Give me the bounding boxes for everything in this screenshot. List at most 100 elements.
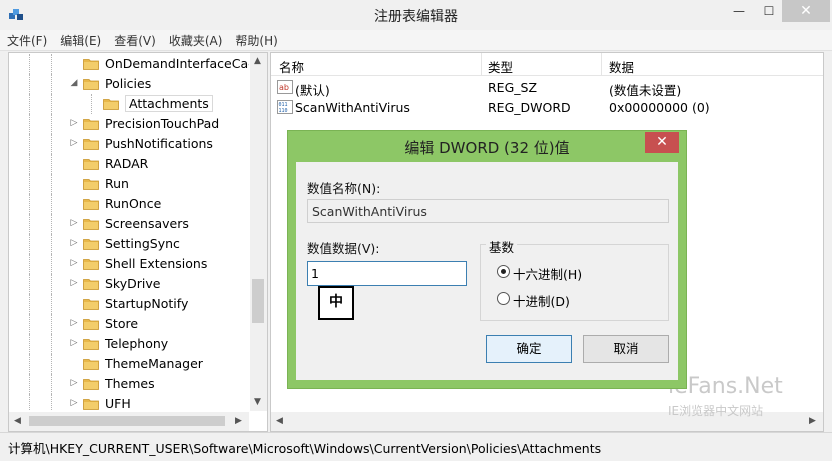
minimize-button[interactable]: — bbox=[722, 0, 756, 22]
menu-edit[interactable]: 编辑(E) bbox=[53, 30, 107, 49]
string-value-icon: ab bbox=[277, 80, 293, 94]
tree-item-label: PrecisionTouchPad bbox=[105, 116, 220, 131]
tree-item[interactable]: Attachments bbox=[9, 94, 249, 114]
tree-item[interactable]: StartupNotify bbox=[9, 294, 249, 314]
expander-icon[interactable]: ▷ bbox=[69, 218, 79, 228]
radio-dec-label[interactable]: 十进制(D) bbox=[513, 291, 570, 310]
expander-icon[interactable]: ▷ bbox=[69, 378, 79, 388]
folder-icon bbox=[83, 157, 99, 170]
expander-icon[interactable]: ▷ bbox=[69, 278, 79, 288]
registry-tree[interactable]: OnDemandInterfaceCach ◢ Policies Attachment… bbox=[8, 52, 268, 432]
tree-item[interactable]: ▷ Telephony bbox=[9, 334, 249, 354]
svg-text:110: 110 bbox=[279, 108, 288, 114]
folder-icon bbox=[83, 77, 99, 90]
tree-item[interactable]: ▷ Shell Extensions bbox=[9, 254, 249, 274]
tree-item-label: StartupNotify bbox=[105, 296, 189, 311]
tree-scroll-thumb[interactable] bbox=[252, 279, 264, 323]
list-row-scanwithantivirus[interactable]: 011 110 ScanWithAntiVirus REG_DWORD 0x00… bbox=[271, 98, 823, 118]
tree-item[interactable]: ThemeManager bbox=[9, 354, 249, 374]
radio-hex-label[interactable]: 十六进制(H) bbox=[513, 264, 582, 283]
tree-item-label: SettingSync bbox=[105, 236, 180, 251]
value-name: (默认) bbox=[295, 83, 330, 98]
folder-icon bbox=[83, 237, 99, 250]
base-group-label: 基数 bbox=[486, 237, 518, 256]
dialog-close-button[interactable]: ✕ bbox=[645, 132, 679, 153]
scroll-right-icon[interactable]: ▶ bbox=[235, 416, 242, 426]
tree-item-label: ThemeManager bbox=[105, 356, 203, 371]
scroll-up-icon[interactable]: ▲ bbox=[254, 56, 261, 66]
tree-item-label: Policies bbox=[105, 76, 152, 91]
scroll-down-icon[interactable]: ▼ bbox=[254, 397, 261, 407]
tree-item[interactable]: ▷ PushNotifications bbox=[9, 134, 249, 154]
tree-item[interactable]: ▷ PrecisionTouchPad bbox=[9, 114, 249, 134]
list-header: 名称 类型 数据 bbox=[271, 53, 823, 76]
tree-item[interactable]: ▷ SettingSync bbox=[9, 234, 249, 254]
radio-dec-circle[interactable] bbox=[497, 292, 510, 305]
folder-icon bbox=[83, 317, 99, 330]
menu-help[interactable]: 帮助(H) bbox=[228, 30, 283, 49]
tree-horizontal-scrollbar[interactable]: ◀ ▶ bbox=[9, 412, 249, 431]
folder-icon bbox=[103, 97, 119, 110]
column-data-header[interactable]: 数据 bbox=[609, 57, 634, 76]
expander-icon[interactable]: ▷ bbox=[69, 138, 79, 148]
column-divider[interactable] bbox=[481, 53, 482, 75]
ime-indicator[interactable]: 中 bbox=[318, 286, 354, 320]
tree-item[interactable]: ◢ Policies bbox=[9, 74, 249, 94]
list-row-default[interactable]: ab (默认) REG_SZ (数值未设置) bbox=[271, 78, 823, 98]
tree-hscroll-thumb[interactable] bbox=[29, 416, 225, 426]
value-data-input[interactable]: 1 bbox=[307, 261, 467, 286]
value-name: ScanWithAntiVirus bbox=[295, 100, 410, 115]
tree-item[interactable]: ▷ UFH bbox=[9, 394, 249, 411]
tree-item[interactable]: ▷ Themes bbox=[9, 374, 249, 394]
expander-icon[interactable]: ◢ bbox=[69, 78, 79, 88]
tree-vertical-scrollbar[interactable]: ▲ ▼ bbox=[250, 53, 267, 411]
menu-file[interactable]: 文件(F) bbox=[0, 30, 53, 49]
value-data-text: 1 bbox=[311, 266, 319, 281]
column-name-header[interactable]: 名称 bbox=[279, 57, 304, 76]
tree-item[interactable]: ▷ SkyDrive bbox=[9, 274, 249, 294]
menu-view[interactable]: 查看(V) bbox=[107, 30, 162, 49]
maximize-button[interactable]: ☐ bbox=[756, 0, 782, 22]
folder-icon bbox=[83, 377, 99, 390]
column-type-header[interactable]: 类型 bbox=[488, 57, 513, 76]
expander-icon[interactable]: ▷ bbox=[69, 118, 79, 128]
value-name-label: 数值名称(N): bbox=[307, 181, 381, 196]
scroll-left-icon[interactable]: ◀ bbox=[14, 416, 21, 426]
value-data: 0x00000000 (0) bbox=[609, 100, 710, 115]
tree-item-label: RADAR bbox=[105, 156, 149, 171]
tree-item-label: Store bbox=[105, 316, 139, 331]
cancel-button[interactable]: 取消 bbox=[583, 335, 669, 363]
menu-bar: 文件(F) 编辑(E) 查看(V) 收藏夹(A) 帮助(H) bbox=[0, 30, 832, 51]
ok-button[interactable]: 确定 bbox=[486, 335, 572, 363]
folder-icon bbox=[83, 257, 99, 270]
column-divider[interactable] bbox=[601, 53, 602, 75]
folder-icon bbox=[83, 337, 99, 350]
dialog-title: 编辑 DWORD (32 位)值 bbox=[404, 139, 570, 157]
scroll-left-icon[interactable]: ◀ bbox=[276, 416, 283, 426]
folder-icon bbox=[83, 197, 99, 210]
folder-icon bbox=[83, 357, 99, 370]
radio-hex-circle[interactable] bbox=[497, 265, 510, 278]
scroll-right-icon[interactable]: ▶ bbox=[809, 416, 816, 426]
watermark-subtitle: IE浏览器中文网站 bbox=[668, 404, 764, 418]
status-path: 计算机\HKEY_CURRENT_USER\Software\Microsoft… bbox=[8, 441, 602, 456]
value-name-field: ScanWithAntiVirus bbox=[307, 199, 669, 223]
expander-icon[interactable]: ▷ bbox=[69, 318, 79, 328]
tree-item[interactable]: OnDemandInterfaceCach bbox=[9, 54, 249, 74]
expander-icon[interactable]: ▷ bbox=[69, 398, 79, 408]
expander-icon[interactable]: ▷ bbox=[69, 338, 79, 348]
folder-icon bbox=[83, 137, 99, 150]
tree-item[interactable]: Run bbox=[9, 174, 249, 194]
expander-icon[interactable]: ▷ bbox=[69, 258, 79, 268]
tree-item[interactable]: ▷ Store bbox=[9, 314, 249, 334]
close-button[interactable]: ✕ bbox=[782, 0, 830, 22]
menu-favorites[interactable]: 收藏夹(A) bbox=[162, 30, 229, 49]
tree-item[interactable]: ▷ Screensavers bbox=[9, 214, 249, 234]
edit-dword-dialog: 编辑 DWORD (32 位)值 ✕ 数值名称(N): ScanWithAnti… bbox=[287, 130, 687, 389]
tree-item-label: SkyDrive bbox=[105, 276, 161, 291]
tree-item[interactable]: RADAR bbox=[9, 154, 249, 174]
folder-icon bbox=[83, 177, 99, 190]
tree-item[interactable]: RunOnce bbox=[9, 194, 249, 214]
value-type: REG_DWORD bbox=[488, 100, 571, 115]
expander-icon[interactable]: ▷ bbox=[69, 238, 79, 248]
